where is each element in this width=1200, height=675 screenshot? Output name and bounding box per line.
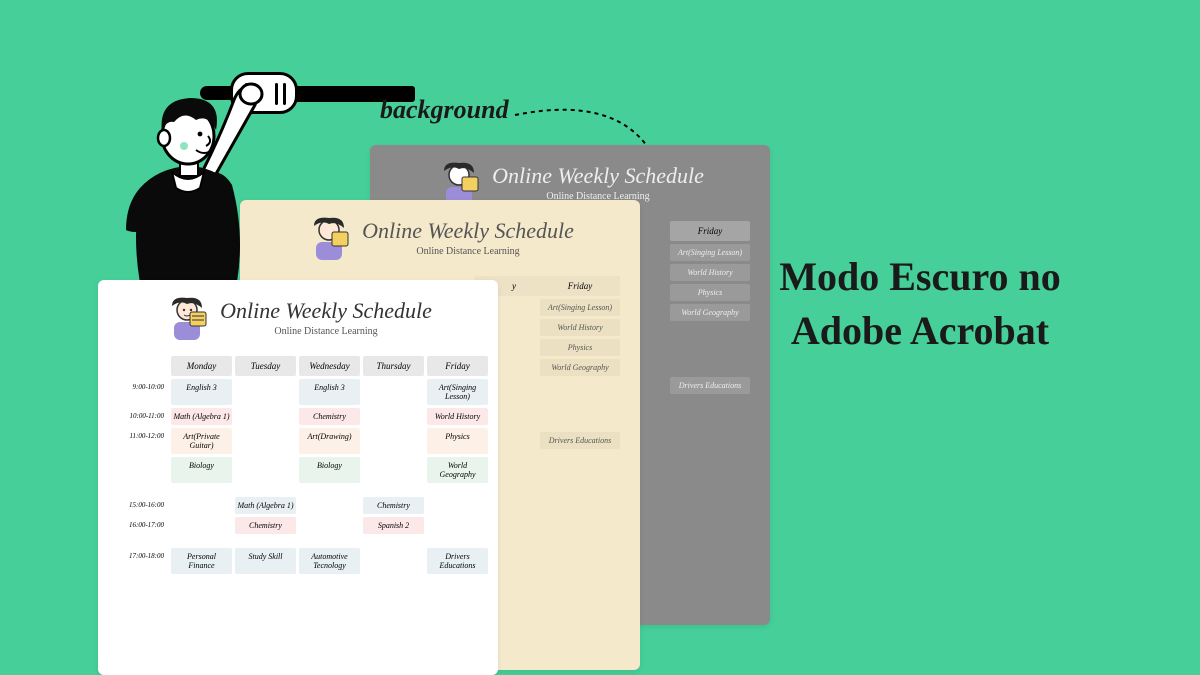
card-title: Online Weekly Schedule xyxy=(492,163,704,189)
schedule-cell: Math (Algebra 1) xyxy=(235,497,296,514)
day-header: Friday xyxy=(670,221,750,241)
day-header: Monday xyxy=(171,356,232,376)
schedule-cell xyxy=(363,457,424,483)
schedule-cell xyxy=(235,408,296,425)
schedule-cell xyxy=(363,408,424,425)
avatar-icon xyxy=(436,159,482,205)
time-label: 17:00-18:00 xyxy=(108,548,168,574)
schedule-cell: Drivers Educations xyxy=(540,432,620,449)
schedule-cell: Biology xyxy=(299,457,360,483)
card-subtitle: Online Distance Learning xyxy=(220,326,432,337)
schedule-cell: World Geography xyxy=(427,457,488,483)
schedule-cell xyxy=(235,428,296,454)
schedule-cell xyxy=(427,517,488,534)
schedule-cell: Art(Singing Lesson) xyxy=(427,379,488,405)
schedule-cell xyxy=(235,379,296,405)
card-title: Online Weekly Schedule xyxy=(220,298,432,324)
schedule-card-white: Online Weekly Schedule Online Distance L… xyxy=(98,280,498,675)
schedule-cell xyxy=(363,548,424,574)
schedule-cell: World Geography xyxy=(540,359,620,376)
schedule-cell: Art(Drawing) xyxy=(299,428,360,454)
time-label: 16:00-17:00 xyxy=(108,517,168,534)
avatar-icon xyxy=(306,214,352,260)
schedule-cell: Chemistry xyxy=(299,408,360,425)
schedule-cell: Chemistry xyxy=(235,517,296,534)
day-header: Tuesday xyxy=(235,356,296,376)
card-subtitle: Online Distance Learning xyxy=(362,246,574,257)
schedule-cell: Biology xyxy=(171,457,232,483)
schedule-cell: Physics xyxy=(540,339,620,356)
schedule-cell: Drivers Educations xyxy=(670,377,750,394)
schedule-cell: Spanish 2 xyxy=(363,517,424,534)
schedule-cell xyxy=(235,457,296,483)
time-label: 9:00-10:00 xyxy=(108,379,168,405)
schedule-cell: Study Skill xyxy=(235,548,296,574)
avatar-icon xyxy=(164,294,210,340)
schedule-cell: English 3 xyxy=(171,379,232,405)
schedule-cell: Drivers Educations xyxy=(427,548,488,574)
schedule-cell: Art(Private Guitar) xyxy=(171,428,232,454)
time-label xyxy=(108,457,168,483)
annotation-label: background xyxy=(380,95,509,125)
time-label: 15:00-16:00 xyxy=(108,497,168,514)
schedule-cell xyxy=(299,517,360,534)
day-header: Friday xyxy=(427,356,488,376)
day-header: Friday xyxy=(540,276,620,296)
schedule-cell xyxy=(363,379,424,405)
schedule-cell: World History xyxy=(540,319,620,336)
schedule-cell xyxy=(427,497,488,514)
time-label: 11:00-12:00 xyxy=(108,428,168,454)
schedule-cell: Physics xyxy=(427,428,488,454)
schedule-cell: Automotive Tecnology xyxy=(299,548,360,574)
schedule-cell: English 3 xyxy=(299,379,360,405)
schedule-cell xyxy=(363,428,424,454)
schedule-cell: Chemistry xyxy=(363,497,424,514)
schedule-cell: World History xyxy=(427,408,488,425)
schedule-cell: Art(Singing Lesson) xyxy=(540,299,620,316)
time-label: 10:00-11:00 xyxy=(108,408,168,425)
schedule-grid: Monday Tuesday Wednesday Thursday Friday… xyxy=(98,350,498,580)
schedule-cell xyxy=(171,517,232,534)
day-header: Wednesday xyxy=(299,356,360,376)
schedule-cell xyxy=(299,497,360,514)
headline-text: Modo Escuro no Adobe Acrobat xyxy=(730,250,1110,358)
schedule-cell xyxy=(171,497,232,514)
schedule-cell: Math (Algebra 1) xyxy=(171,408,232,425)
card-title: Online Weekly Schedule xyxy=(362,218,574,244)
schedule-cell: Personal Finance xyxy=(171,548,232,574)
day-header: Thursday xyxy=(363,356,424,376)
